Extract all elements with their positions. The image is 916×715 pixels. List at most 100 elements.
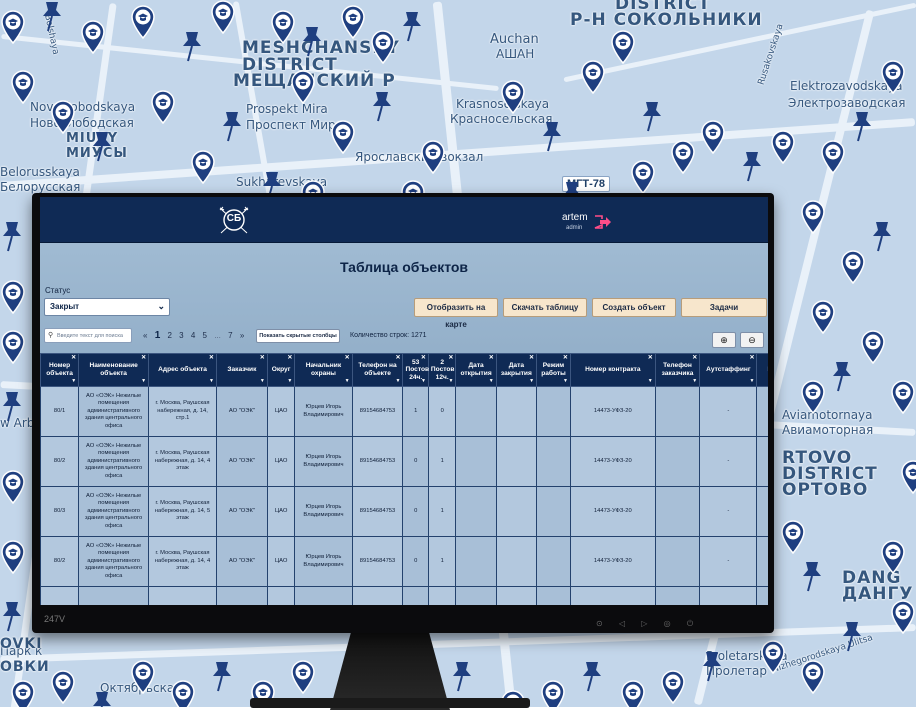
map-pin-icon[interactable] bbox=[670, 140, 696, 174]
map-pin-icon[interactable] bbox=[770, 130, 796, 164]
objects-table-container[interactable]: Номер объекта ✕ ▼ Наименование объекта ✕ ▼ Адр… bbox=[40, 353, 768, 605]
column-filter-icon[interactable]: ▼ bbox=[750, 378, 755, 385]
tasks-button[interactable]: Задачи bbox=[681, 298, 767, 317]
pagination-page[interactable]: 2 bbox=[167, 331, 171, 340]
map-pin-icon[interactable] bbox=[800, 660, 826, 694]
hide-column-icon[interactable]: ✕ bbox=[692, 355, 697, 362]
pushpin-marker-icon[interactable] bbox=[830, 360, 854, 392]
table-row[interactable]: 80/3 АО «ОЭК» Нежилые помещения администр… bbox=[40, 486, 768, 537]
column-header[interactable]: Наименование объекта ✕ ▼ bbox=[78, 353, 150, 387]
pagination-page[interactable]: 4 bbox=[191, 331, 195, 340]
monitor-buttons[interactable]: ⊙ ◁ ▷ ◎ ⏻ bbox=[596, 619, 700, 629]
map-pin-icon[interactable] bbox=[0, 540, 26, 574]
status-select[interactable]: Закрыт ⌄ bbox=[44, 298, 170, 316]
map-pin-icon[interactable] bbox=[420, 140, 446, 174]
map-pin-icon[interactable] bbox=[840, 250, 866, 284]
pushpin-marker-icon[interactable] bbox=[40, 0, 64, 32]
map-pin-icon[interactable] bbox=[0, 330, 26, 364]
pushpin-marker-icon[interactable] bbox=[0, 600, 24, 632]
column-header[interactable]: Телефон на объекте ✕ ▼ bbox=[351, 353, 404, 387]
search-input[interactable]: ⚲ Введите текст для поиска bbox=[44, 328, 132, 343]
map-pin-icon[interactable] bbox=[760, 640, 786, 674]
pushpin-marker-icon[interactable] bbox=[90, 130, 114, 162]
map-pin-icon[interactable] bbox=[150, 90, 176, 124]
map-pin-icon[interactable] bbox=[860, 330, 886, 364]
map-pin-icon[interactable] bbox=[820, 140, 846, 174]
pagination-current[interactable]: 1 bbox=[155, 330, 161, 341]
zoom-out-button[interactable]: ⊖ bbox=[740, 332, 764, 348]
hide-column-icon[interactable]: ✕ bbox=[260, 355, 265, 362]
column-header[interactable]: Режим работы ✕ ▼ bbox=[536, 353, 571, 387]
pushpin-marker-icon[interactable] bbox=[850, 110, 874, 142]
pagination-page[interactable]: 3 bbox=[179, 331, 183, 340]
map-pin-icon[interactable] bbox=[800, 200, 826, 234]
column-header[interactable]: Дата закрытия ✕ ▼ bbox=[495, 353, 538, 387]
map-pin-icon[interactable] bbox=[800, 380, 826, 414]
show-hidden-columns-button[interactable]: Показать скрытые столбцы bbox=[256, 329, 340, 343]
map-pin-icon[interactable] bbox=[50, 100, 76, 134]
pagination-page[interactable]: 7 bbox=[228, 331, 232, 340]
map-pin-icon[interactable] bbox=[370, 30, 396, 64]
map-pin-icon[interactable] bbox=[580, 60, 606, 94]
map-pin-icon[interactable] bbox=[340, 5, 366, 39]
hide-column-icon[interactable]: ✕ bbox=[749, 355, 754, 362]
map-pin-icon[interactable] bbox=[0, 10, 26, 44]
map-pin-icon[interactable] bbox=[10, 70, 36, 104]
column-filter-icon[interactable]: ▼ bbox=[563, 378, 568, 385]
column-header[interactable]: Начальник охраны ✕ ▼ bbox=[294, 353, 353, 387]
map-pin-icon[interactable] bbox=[660, 670, 686, 704]
map-pin-icon[interactable] bbox=[700, 120, 726, 154]
column-filter-icon[interactable]: ▼ bbox=[287, 378, 292, 385]
column-filter-icon[interactable]: ▼ bbox=[648, 378, 653, 385]
column-filter-icon[interactable]: ▼ bbox=[260, 378, 265, 385]
hide-column-icon[interactable]: ✕ bbox=[529, 355, 534, 362]
column-header[interactable]: Телефон заказчика ✕ ▼ bbox=[654, 353, 701, 387]
hide-column-icon[interactable]: ✕ bbox=[71, 355, 76, 362]
pagination-next[interactable]: » bbox=[240, 331, 244, 340]
pushpin-marker-icon[interactable] bbox=[740, 150, 764, 182]
pushpin-marker-icon[interactable] bbox=[580, 660, 604, 692]
column-header[interactable]: 53 Постов 24ч. ✕ ▼ bbox=[402, 353, 429, 387]
column-filter-icon[interactable]: ▼ bbox=[421, 378, 426, 385]
map-pin-icon[interactable] bbox=[810, 300, 836, 334]
map-pin-icon[interactable] bbox=[330, 120, 356, 154]
column-filter-icon[interactable]: ▼ bbox=[396, 378, 401, 385]
column-header[interactable]: Заказчик ✕ ▼ bbox=[215, 353, 268, 387]
zoom-in-button[interactable]: ⊕ bbox=[712, 332, 736, 348]
table-row[interactable]: 80/2 АО «ОЭК» Нежилые помещения администр… bbox=[40, 536, 768, 587]
hide-column-icon[interactable]: ✕ bbox=[395, 355, 400, 362]
map-pin-icon[interactable] bbox=[130, 5, 156, 39]
logout-icon[interactable] bbox=[594, 215, 612, 229]
map-pin-icon[interactable] bbox=[210, 0, 236, 34]
map-pin-icon[interactable] bbox=[900, 460, 916, 494]
map-pin-icon[interactable] bbox=[290, 660, 316, 694]
column-filter-icon[interactable]: ▼ bbox=[345, 378, 350, 385]
logo[interactable]: СБ bbox=[218, 204, 250, 236]
column-filter-icon[interactable]: ▼ bbox=[529, 378, 534, 385]
map-pin-icon[interactable] bbox=[0, 470, 26, 504]
map-pin-icon[interactable] bbox=[610, 30, 636, 64]
hide-column-icon[interactable]: ✕ bbox=[209, 355, 214, 362]
column-header[interactable]: 2 Постов 12ч. ✕ ▼ bbox=[427, 353, 457, 387]
show-on-map-button[interactable]: Отобразить на карте bbox=[414, 298, 498, 329]
column-header[interactable]: Номер контракта ✕ ▼ bbox=[569, 353, 656, 387]
pushpin-marker-icon[interactable] bbox=[800, 560, 824, 592]
column-filter-icon[interactable]: ▼ bbox=[449, 378, 454, 385]
column-header[interactable]: Аутстаффинг ✕ ▼ bbox=[699, 353, 758, 387]
column-filter-icon[interactable]: ▼ bbox=[209, 378, 214, 385]
hide-column-icon[interactable]: ✕ bbox=[421, 355, 426, 362]
pushpin-marker-icon[interactable] bbox=[540, 120, 564, 152]
pushpin-marker-icon[interactable] bbox=[450, 660, 474, 692]
map-pin-icon[interactable] bbox=[190, 150, 216, 184]
table-row[interactable]: 80/2 АО «ОЭК» Нежилые помещения администр… bbox=[40, 436, 768, 487]
hide-column-icon[interactable]: ✕ bbox=[448, 355, 453, 362]
pushpin-marker-icon[interactable] bbox=[870, 220, 894, 252]
map-pin-icon[interactable] bbox=[880, 540, 906, 574]
pushpin-marker-icon[interactable] bbox=[400, 10, 424, 42]
hide-column-icon[interactable]: ✕ bbox=[141, 355, 146, 362]
pagination-prev[interactable]: « bbox=[143, 331, 147, 340]
pushpin-marker-icon[interactable] bbox=[0, 390, 24, 422]
pushpin-marker-icon[interactable] bbox=[0, 220, 24, 252]
map-pin-icon[interactable] bbox=[880, 60, 906, 94]
download-table-button[interactable]: Скачать таблицу bbox=[503, 298, 587, 317]
